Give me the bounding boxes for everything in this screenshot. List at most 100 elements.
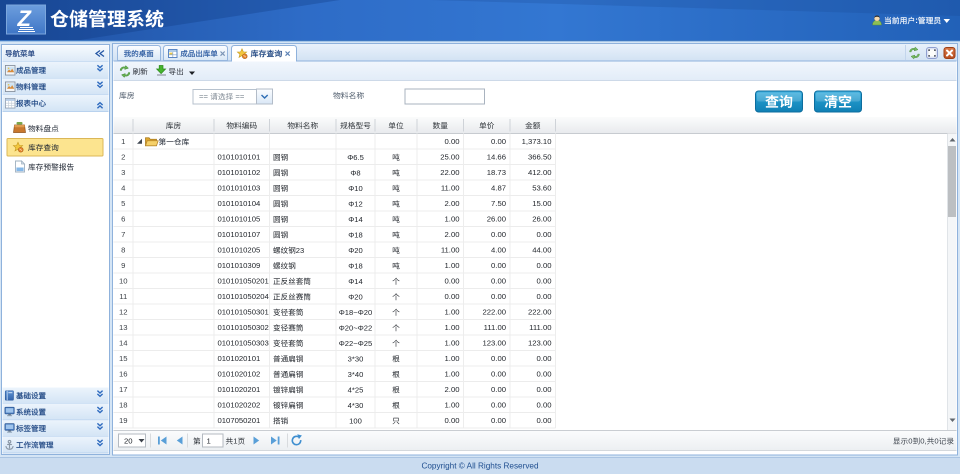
svg-text:8: 8 xyxy=(121,246,125,255)
svg-text:123.00: 123.00 xyxy=(482,339,506,348)
svg-text:010101050201: 010101050201 xyxy=(218,277,269,286)
svg-text:1: 1 xyxy=(121,137,125,146)
svg-text:Φ20~Φ22: Φ20~Φ22 xyxy=(339,323,372,332)
svg-text:20: 20 xyxy=(124,436,133,445)
svg-text:12: 12 xyxy=(119,308,128,317)
svg-text:Φ20: Φ20 xyxy=(348,246,363,255)
svg-text:0101020102: 0101020102 xyxy=(218,370,261,379)
svg-text:53.60: 53.60 xyxy=(532,184,551,193)
svg-text:26.00: 26.00 xyxy=(532,215,551,224)
svg-text:0.00: 0.00 xyxy=(491,370,506,379)
svg-text:0: 0 xyxy=(908,437,912,446)
svg-text:0101020101: 0101020101 xyxy=(218,354,261,363)
svg-text:13: 13 xyxy=(119,323,128,332)
svg-text:0.00: 0.00 xyxy=(491,230,506,239)
svg-text:0101020202: 0101020202 xyxy=(218,401,261,410)
svg-text:0101010104: 0101010104 xyxy=(218,199,261,208)
svg-text:0,: 0, xyxy=(920,437,926,446)
svg-text:1.00: 1.00 xyxy=(445,401,460,410)
svg-text:==: == xyxy=(199,92,210,101)
svg-text:100: 100 xyxy=(349,416,362,425)
svg-text:0.00: 0.00 xyxy=(445,277,460,286)
svg-text:14: 14 xyxy=(119,339,128,348)
svg-text:0.00: 0.00 xyxy=(537,230,552,239)
svg-text:26.00: 26.00 xyxy=(487,215,506,224)
svg-text:==: == xyxy=(233,92,245,101)
svg-text:Φ14: Φ14 xyxy=(348,215,363,224)
svg-text:4.87: 4.87 xyxy=(491,184,506,193)
svg-text:010101050302: 010101050302 xyxy=(218,323,269,332)
svg-text:1.00: 1.00 xyxy=(445,354,460,363)
svg-text:16: 16 xyxy=(119,370,128,379)
svg-text:2.00: 2.00 xyxy=(445,385,460,394)
svg-text:222.00: 222.00 xyxy=(482,308,506,317)
svg-text:44.00: 44.00 xyxy=(532,246,551,255)
svg-text:2.00: 2.00 xyxy=(445,230,460,239)
svg-text:0.00: 0.00 xyxy=(537,292,552,301)
svg-text:0.00: 0.00 xyxy=(491,354,506,363)
svg-text:123.00: 123.00 xyxy=(528,339,552,348)
svg-text:0101010205: 0101010205 xyxy=(218,246,261,255)
svg-text:11.00: 11.00 xyxy=(441,246,460,255)
svg-text:15.00: 15.00 xyxy=(532,199,551,208)
svg-text:Φ10: Φ10 xyxy=(348,184,363,193)
svg-text:111.00: 111.00 xyxy=(484,323,506,332)
svg-text:Φ8: Φ8 xyxy=(350,168,360,177)
svg-text:0101010101: 0101010101 xyxy=(218,153,261,162)
svg-text:0: 0 xyxy=(934,437,938,446)
svg-text:22.00: 22.00 xyxy=(440,168,459,177)
svg-text:11.00: 11.00 xyxy=(441,184,460,193)
svg-text:1.00: 1.00 xyxy=(445,308,460,317)
svg-text:Φ18: Φ18 xyxy=(348,261,363,270)
svg-text:0101010107: 0101010107 xyxy=(218,230,261,239)
svg-text:18: 18 xyxy=(119,401,128,410)
svg-text:Φ22~Φ25: Φ22~Φ25 xyxy=(339,339,372,348)
svg-text:15: 15 xyxy=(119,354,128,363)
svg-text:366.50: 366.50 xyxy=(528,153,552,162)
svg-text:1.00: 1.00 xyxy=(445,261,460,270)
svg-text:3*40: 3*40 xyxy=(348,370,364,379)
svg-text:0.00: 0.00 xyxy=(445,416,460,425)
svg-text:2: 2 xyxy=(121,153,125,162)
svg-text:4*25: 4*25 xyxy=(348,385,364,394)
svg-text:Φ14: Φ14 xyxy=(348,277,363,286)
svg-text:4: 4 xyxy=(121,184,126,193)
svg-text:18.73: 18.73 xyxy=(487,168,506,177)
svg-text:0.00: 0.00 xyxy=(537,370,552,379)
svg-text:19: 19 xyxy=(119,416,128,425)
svg-text:0101010105: 0101010105 xyxy=(218,215,261,224)
svg-text:14.66: 14.66 xyxy=(487,153,506,162)
svg-text:10: 10 xyxy=(119,277,128,286)
svg-text:9: 9 xyxy=(121,261,125,270)
svg-text:222.00: 222.00 xyxy=(528,308,552,317)
svg-text:5: 5 xyxy=(121,199,125,208)
svg-text:0.00: 0.00 xyxy=(491,292,506,301)
svg-text:Φ20: Φ20 xyxy=(348,292,363,301)
svg-text:0101010309: 0101010309 xyxy=(218,261,261,270)
svg-text:3*30: 3*30 xyxy=(348,354,364,363)
svg-text:010101050303: 010101050303 xyxy=(218,339,269,348)
svg-text:412.00: 412.00 xyxy=(528,168,552,177)
svg-text:0.00: 0.00 xyxy=(491,277,506,286)
svg-text:0.00: 0.00 xyxy=(537,261,552,270)
svg-text:010101050204: 010101050204 xyxy=(218,292,270,301)
svg-text:7.50: 7.50 xyxy=(491,199,506,208)
svg-text:1.00: 1.00 xyxy=(445,370,460,379)
svg-text:25.00: 25.00 xyxy=(440,153,459,162)
svg-text:Φ6.5: Φ6.5 xyxy=(347,153,364,162)
svg-text:0.00: 0.00 xyxy=(491,416,506,425)
svg-text:23: 23 xyxy=(296,246,304,255)
svg-text:010101050301: 010101050301 xyxy=(218,308,269,317)
svg-text:1.00: 1.00 xyxy=(445,323,460,332)
svg-text:1,373.10: 1,373.10 xyxy=(522,137,552,146)
svg-text:0107050201: 0107050201 xyxy=(218,416,261,425)
svg-text:3: 3 xyxy=(121,168,125,177)
svg-text:0.00: 0.00 xyxy=(537,277,552,286)
svg-text:4.00: 4.00 xyxy=(491,246,506,255)
svg-text:6: 6 xyxy=(121,215,125,224)
svg-text:0.00: 0.00 xyxy=(445,292,460,301)
svg-text:1: 1 xyxy=(207,436,211,445)
svg-text:0.00: 0.00 xyxy=(537,354,552,363)
svg-text:1: 1 xyxy=(233,437,237,446)
svg-text:0.00: 0.00 xyxy=(491,385,506,394)
